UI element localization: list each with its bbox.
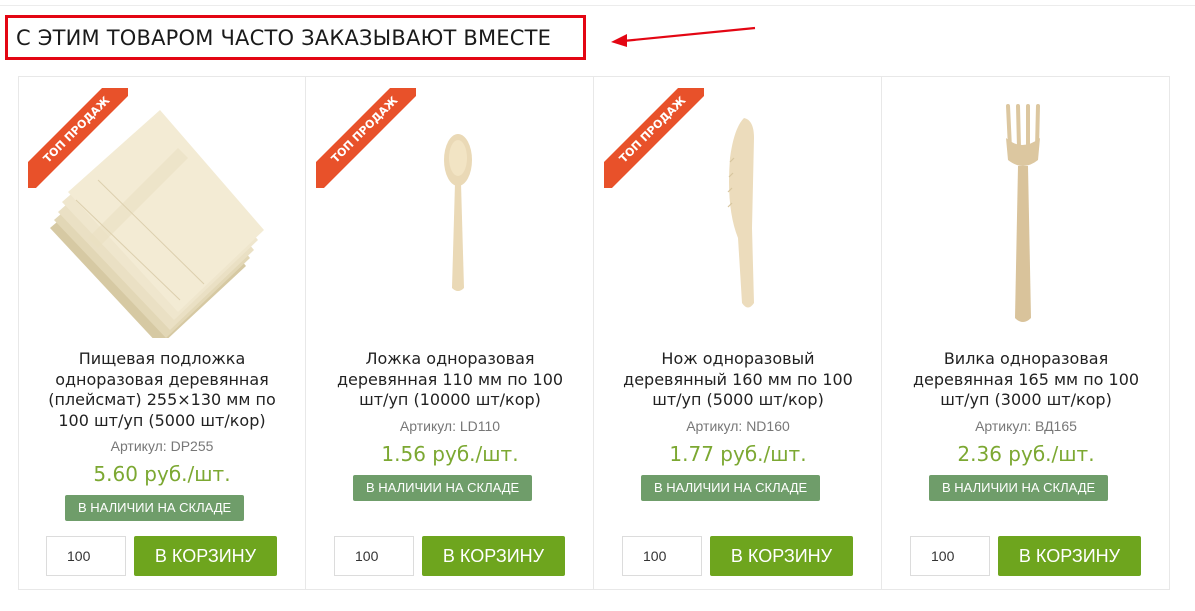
top-sales-badge: ТОП ПРОДАЖ [604, 88, 704, 188]
product-price: 1.77 руб./шт. [669, 442, 807, 466]
product-card: Вилка одноразовая деревянная 165 мм по 1… [882, 76, 1170, 590]
product-sku: Артикул: ВД165 [975, 418, 1077, 434]
wooden-fork-icon [1006, 104, 1040, 322]
quantity-input[interactable] [622, 536, 702, 576]
stock-badge: В НАЛИЧИИ НА СКЛАДЕ [65, 495, 245, 521]
product-card: ТОП ПРОДАЖ Пищевая подложка одноразовая … [18, 76, 306, 590]
product-price: 5.60 руб./шт. [93, 462, 231, 486]
add-to-cart-button[interactable]: В КОРЗИНУ [998, 536, 1141, 576]
product-title[interactable]: Нож одноразовый деревянный 160 мм по 100… [608, 349, 868, 411]
badge-clip: ТОП ПРОДАЖ [28, 88, 128, 188]
badge-clip: ТОП ПРОДАЖ [316, 88, 416, 188]
product-title[interactable]: Ложка одноразовая деревянная 110 мм по 1… [320, 349, 580, 411]
product-sku: Артикул: LD110 [399, 418, 501, 434]
product-card: ТОП ПРОДАЖ Ложка одноразовая деревянная … [306, 76, 594, 590]
quantity-input[interactable] [46, 536, 126, 576]
product-image[interactable] [892, 88, 1160, 338]
stock-badge: В НАЛИЧИИ НА СКЛАДЕ [353, 475, 533, 501]
product-price: 1.56 руб./шт. [381, 442, 519, 466]
product-title[interactable]: Пищевая подложка одноразовая деревянная … [32, 349, 292, 431]
badge-clip: ТОП ПРОДАЖ [604, 88, 704, 188]
product-price: 2.36 руб./шт. [957, 442, 1095, 466]
product-card: ТОП ПРОДАЖ Нож одноразовый деревянный 16… [594, 76, 882, 590]
section-heading: С ЭТИМ ТОВАРОМ ЧАСТО ЗАКАЗЫВАЮТ ВМЕСТЕ [16, 26, 552, 50]
product-sku: Артикул: ND160 [686, 418, 790, 434]
stock-badge: В НАЛИЧИИ НА СКЛАДЕ [641, 475, 821, 501]
quantity-input[interactable] [334, 536, 414, 576]
add-to-cart-button[interactable]: В КОРЗИНУ [134, 536, 277, 576]
add-to-cart-button[interactable]: В КОРЗИНУ [710, 536, 853, 576]
top-sales-badge: ТОП ПРОДАЖ [28, 88, 128, 188]
quantity-input[interactable] [910, 536, 990, 576]
annotation-arrow-icon [611, 26, 756, 47]
top-sales-badge: ТОП ПРОДАЖ [316, 88, 416, 188]
add-to-cart-button[interactable]: В КОРЗИНУ [422, 536, 565, 576]
stock-badge: В НАЛИЧИИ НА СКЛАДЕ [929, 475, 1109, 501]
top-divider [0, 5, 1195, 6]
product-title[interactable]: Вилка одноразовая деревянная 165 мм по 1… [896, 349, 1156, 411]
product-sku: Артикул: DP255 [110, 438, 214, 454]
